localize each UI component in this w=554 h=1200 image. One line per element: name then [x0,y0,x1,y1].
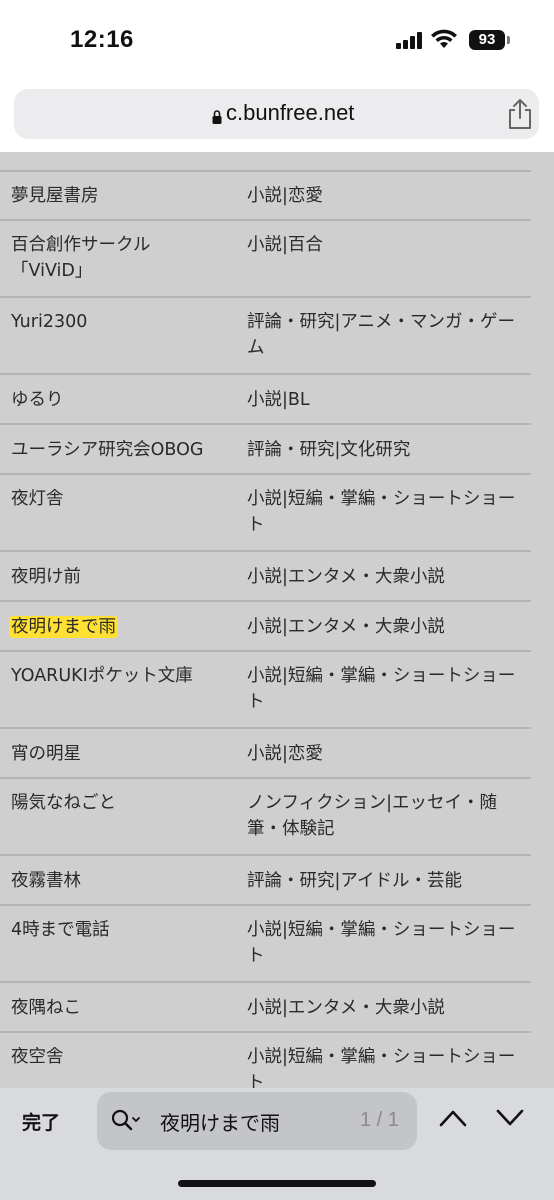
circle-genre: 小説|短編・掌編・ショートショート [247,1047,516,1088]
lock-icon [212,110,222,124]
chevron-up-icon[interactable] [438,1108,468,1128]
table-row: Yuri2300 評論・研究|アニメ・マンガ・ゲーム [0,298,531,375]
table-row: 百合創作サークル「ViViD」 小説|百合 [0,221,531,298]
table-row: 夜空舎 小説|短編・掌編・ショートショート [0,1033,531,1088]
circle-name: ユーラシア研究会OBOG [11,440,204,460]
magnifier-icon[interactable] [111,1109,141,1133]
address-bar[interactable]: c.bunfree.net [14,89,539,139]
circle-genre: 小説|エンタメ・大衆小説 [247,617,445,637]
circle-genre: 小説|エンタメ・大衆小説 [247,567,445,587]
clock: 12:16 [70,26,134,53]
table-row: 4時まで電話 小説|短編・掌編・ショートショート [0,906,531,983]
circle-name: 百合創作サークル「ViViD」 [11,235,151,281]
chevron-down-icon[interactable] [495,1108,525,1128]
table-row: 宵の明星 小説|恋愛 [0,729,531,779]
table-row: ゆるり 小説|BL [0,375,531,425]
url-text: c.bunfree.net [226,100,355,125]
circle-genre: 小説|百合 [247,235,323,255]
circle-genre: ノンフィクション|エッセイ・随筆・体験記 [247,793,498,839]
find-search-field[interactable]: 夜明けまで雨 1 / 1 [97,1092,417,1150]
circle-name: 夜隅ねこ [11,998,81,1018]
circle-genre: 評論・研究|文化研究 [247,440,411,460]
table-row: 陽気なねごと ノンフィクション|エッセイ・随筆・体験記 [0,779,531,856]
circle-name: 夜空舎 [11,1047,64,1067]
table-row: YOARUKIポケット文庫 小説|短編・掌編・ショートショート [0,652,531,729]
match-count: 1 / 1 [360,1109,399,1131]
signal-icon [396,31,426,49]
circle-genre: 小説|短編・掌編・ショートショート [247,920,516,966]
home-indicator[interactable] [178,1180,376,1187]
circle-genre: 評論・研究|アニメ・マンガ・ゲーム [247,312,516,358]
battery-tip [507,36,510,44]
circle-name: 4時まで電話 [11,920,110,940]
table-row: ユーラシア研究会OBOG 評論・研究|文化研究 [0,425,531,475]
circle-name: ゆるり [11,390,64,410]
circle-genre: 小説|BL [247,390,310,410]
circle-name: 夜灯舎 [11,489,64,509]
circle-name: 宵の明星 [11,744,81,764]
circle-name: …… [11,152,236,158]
table-row: 夜明け前 小説|エンタメ・大衆小説 [0,552,531,602]
browser-toolbar: c.bunfree.net [0,80,554,152]
circle-name: 夜明けまで雨 [9,614,236,640]
circle-name: YOARUKIポケット文庫 [11,666,193,686]
circle-list-table: …… … 夢見屋書房 小説|恋愛 百合創作サークル「ViViD」 小説|百合 Y… [0,152,554,1088]
circle-genre: … [247,152,527,158]
find-match-highlight: 夜明けまで雨 [9,616,118,638]
table-row: 夢見屋書房 小説|恋愛 [0,170,531,221]
circle-genre: 小説|恋愛 [247,186,323,206]
table-row: 夜霧書林 評論・研究|アイドル・芸能 [0,856,531,906]
circle-name: Yuri2300 [11,312,88,332]
circle-genre: 評論・研究|アイドル・芸能 [247,871,463,891]
circle-genre: 小説|短編・掌編・ショートショート [247,666,516,712]
battery-icon: 93 [469,30,505,50]
circle-genre: 小説|恋愛 [247,744,323,764]
circle-name: 夜明け前 [11,567,81,587]
status-bar: 12:16 93 [0,0,554,80]
done-button[interactable]: 完了 [22,1108,60,1135]
table-row: …… … [0,152,531,172]
circle-genre: 小説|エンタメ・大衆小説 [247,998,445,1018]
find-query-text[interactable]: 夜明けまで雨 [160,1107,280,1136]
circle-name: 夢見屋書房 [11,186,99,206]
table-row-highlighted: 夜明けまで雨 小説|エンタメ・大衆小説 [0,602,531,652]
circle-name: 陽気なねごと [11,793,116,813]
table-row: 夜灯舎 小説|短編・掌編・ショートショート [0,475,531,552]
circle-name: 夜霧書林 [11,871,81,891]
share-icon[interactable] [507,98,533,130]
table-row: 夜隅ねこ 小説|エンタメ・大衆小説 [0,983,531,1033]
circle-genre: 小説|短編・掌編・ショートショート [247,489,516,535]
wifi-icon [431,29,457,48]
